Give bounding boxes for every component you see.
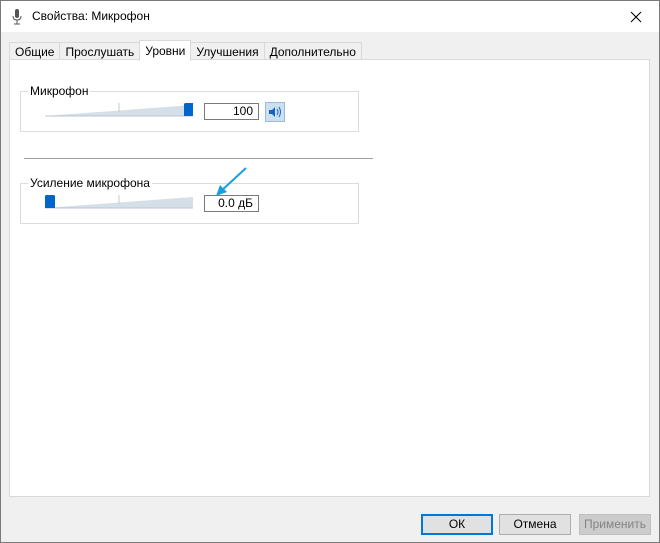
ok-button[interactable]: ОК (421, 514, 493, 535)
tab-listen[interactable]: Прослушать (59, 42, 141, 60)
boost-slider-thumb[interactable] (45, 195, 55, 208)
boost-level-slider[interactable] (45, 195, 193, 209)
boost-group: Усиление микрофона 0.0 дБ (20, 176, 359, 224)
window-title: Свойства: Микрофон (32, 9, 150, 23)
apply-button[interactable]: Применить (579, 514, 651, 535)
tab-strip: Общие Прослушать Уровни Улучшения Дополн… (9, 40, 362, 61)
tab-advanced[interactable]: Дополнительно (263, 42, 362, 60)
tab-levels[interactable]: Уровни (139, 40, 192, 61)
properties-dialog: Свойства: Микрофон Общие Прослушать Уров… (0, 0, 660, 543)
title-bar: Свойства: Микрофон (1, 1, 659, 32)
microphone-level-value[interactable]: 100 (204, 103, 259, 120)
microphone-icon (12, 9, 22, 25)
microphone-level-slider[interactable] (45, 103, 193, 117)
cancel-button[interactable]: Отмена (499, 514, 571, 535)
levels-panel: Микрофон 100 Усиление микрофона 0.0 дБ (9, 59, 650, 497)
boost-label: Усиление микрофона (28, 176, 152, 190)
microphone-label: Микрофон (28, 84, 91, 98)
microphone-slider-thumb[interactable] (184, 103, 193, 116)
tab-general[interactable]: Общие (9, 42, 61, 60)
microphone-group: Микрофон 100 (20, 84, 359, 132)
section-divider (24, 158, 373, 159)
close-button[interactable] (613, 1, 659, 32)
tab-enhancements[interactable]: Улучшения (190, 42, 265, 60)
mute-button[interactable] (265, 102, 285, 122)
speaker-icon (269, 106, 281, 118)
arrow-pointer-icon (216, 167, 247, 196)
close-icon (630, 11, 642, 22)
